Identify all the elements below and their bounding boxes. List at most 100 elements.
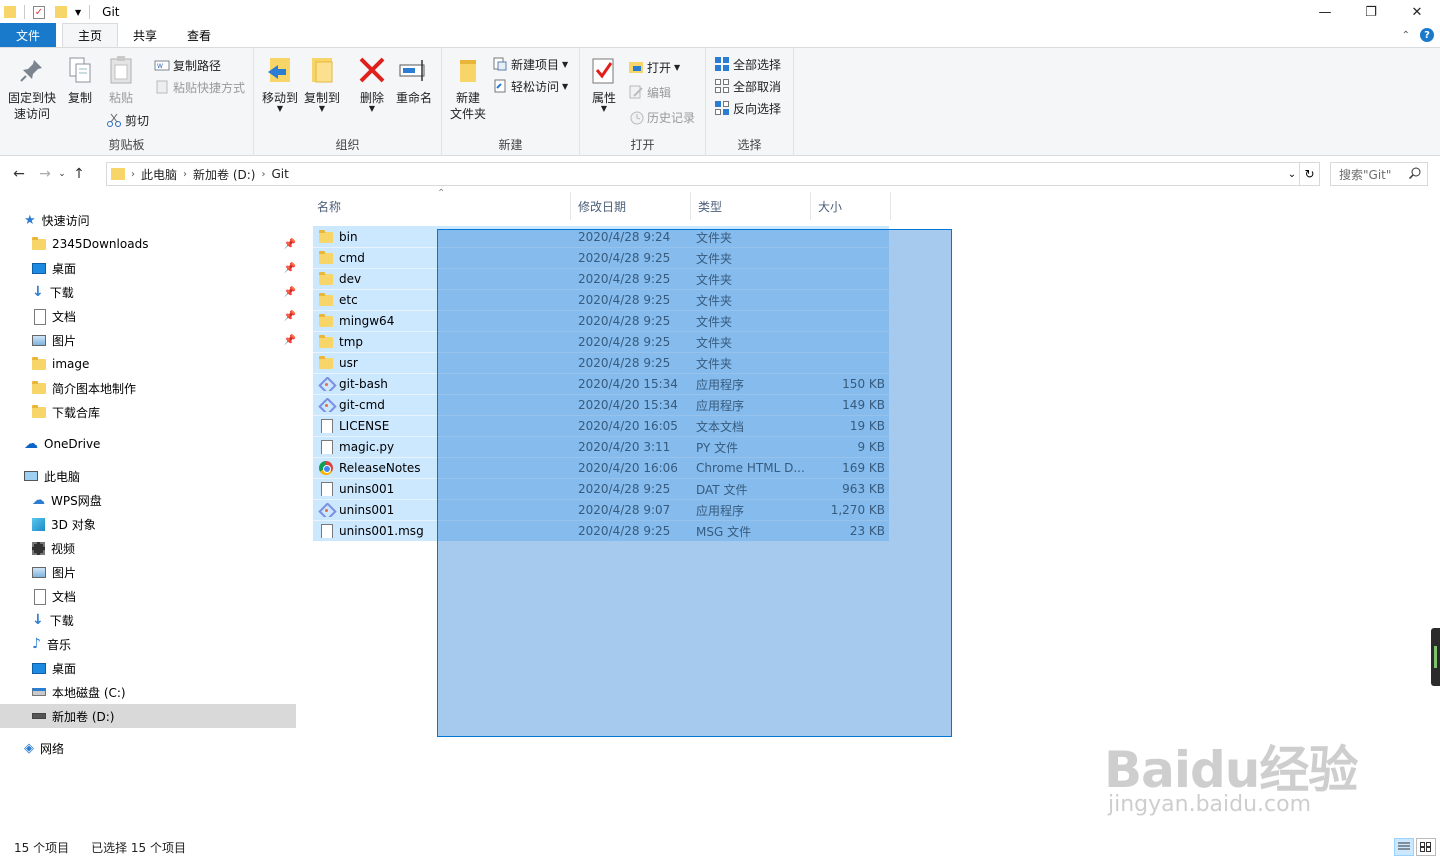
nav-item-2345downloads[interactable]: 2345Downloads 📌 [32,232,296,256]
rename-button[interactable]: 重命名 [394,54,434,106]
nav-item-download-repo[interactable]: 下载合库 [32,400,100,424]
paste-shortcut-button[interactable]: 粘贴快捷方式 [154,77,245,97]
file-row[interactable]: cmd 2020/4/28 9:25 文件夹 [313,247,889,268]
nav-item-documents[interactable]: 文档 📌 [32,304,296,328]
properties-check-icon[interactable]: ✓ [33,5,45,19]
recent-locations-icon[interactable]: ⌄ [56,169,68,179]
breadcrumb-chevron-icon[interactable]: › [183,169,187,180]
file-name-cell[interactable]: unins001 [313,482,576,496]
tab-home[interactable]: 主页 [62,23,119,47]
column-header-type[interactable]: 类型 [691,192,811,220]
tab-share[interactable]: 共享 [118,23,172,47]
nav-this-pc[interactable]: 此电脑 [24,464,80,488]
up-arrow-icon[interactable]: ↑ [68,166,90,182]
select-none-button[interactable]: 全部取消 [714,76,781,96]
breadcrumb-git[interactable]: Git [271,167,288,181]
nav-item-intro-images[interactable]: 简介图本地制作 [32,376,136,400]
minimize-icon[interactable]: — [1302,0,1348,24]
column-header-size[interactable]: 大小 [811,192,891,220]
history-button[interactable]: 历史记录 [628,107,695,127]
column-header-date[interactable]: 修改日期 [571,192,691,220]
pin-icon[interactable]: 📌 [284,239,296,250]
nav-item-pc-desktop[interactable]: 桌面 [32,656,76,680]
nav-item-pc-downloads[interactable]: ↓ 下载 [32,608,74,632]
nav-quick-access[interactable]: ★ 快速访问 [24,208,90,232]
search-icon[interactable] [1408,167,1421,182]
new-folder-button[interactable]: 新建 文件夹 [448,54,488,122]
address-history-dropdown-icon[interactable]: ⌄ [1285,163,1299,185]
file-row[interactable]: git-cmd 2020/4/20 15:34 应用程序 149 KB [313,394,889,415]
file-name-cell[interactable]: ReleaseNotes [313,461,576,475]
cut-button[interactable]: 剪切 [106,110,149,130]
file-name-cell[interactable]: usr [313,356,576,370]
breadcrumb-drive-d[interactable]: 新加卷 (D:) [193,166,255,183]
pin-icon[interactable]: 📌 [284,263,296,274]
file-row[interactable]: bin 2020/4/28 9:24 文件夹 [313,226,889,247]
file-name-cell[interactable]: etc [313,293,576,307]
nav-item-pictures[interactable]: 图片 📌 [32,328,296,352]
file-row[interactable]: LICENSE 2020/4/20 16:05 文本文档 19 KB [313,415,889,436]
edit-button[interactable]: 编辑 [628,82,671,102]
file-name-cell[interactable]: bin [313,230,576,244]
file-row[interactable]: unins001 2020/4/28 9:25 DAT 文件 963 KB [313,478,889,499]
breadcrumb-chevron-icon[interactable]: › [261,169,265,180]
file-name-cell[interactable]: dev [313,272,576,286]
file-row[interactable]: magic.py 2020/4/20 3:11 PY 文件 9 KB [313,436,889,457]
nav-item-wps-drive[interactable]: ☁ WPS网盘 [32,488,102,512]
nav-item-desktop[interactable]: 桌面 📌 [32,256,296,280]
move-to-button[interactable]: 移动到 ▼ [262,54,298,113]
file-row[interactable]: ReleaseNotes 2020/4/20 16:06 Chrome HTML D… [313,457,889,478]
new-item-button[interactable]: 新建项目 ▼ [492,54,568,74]
nav-item-image[interactable]: image [32,352,89,376]
properties-button[interactable]: 属性 ▼ [590,54,618,113]
ribbon-collapse-icon[interactable]: ⌃ [1402,30,1410,41]
nav-item-music[interactable]: ♪ 音乐 [32,632,71,656]
file-row[interactable]: dev 2020/4/28 9:25 文件夹 [313,268,889,289]
nav-item-downloads[interactable]: ↓ 下载 📌 [32,280,296,304]
file-row[interactable]: tmp 2020/4/28 9:25 文件夹 [313,331,889,352]
nav-network[interactable]: ◈ 网络 [24,736,64,760]
file-name-cell[interactable]: git-cmd [313,398,576,412]
nav-item-pc-pictures[interactable]: 图片 [32,560,76,584]
side-panel-grip[interactable] [1431,628,1440,686]
column-header-name[interactable]: 名称 [310,192,571,220]
help-icon[interactable]: ? [1420,28,1434,42]
tab-view[interactable]: 查看 [172,23,226,47]
pin-icon[interactable]: 📌 [284,287,296,298]
address-field[interactable]: › 此电脑 › 新加卷 (D:) › Git ⌄ [106,162,1300,186]
file-row[interactable]: unins001 2020/4/28 9:07 应用程序 1,270 KB [313,499,889,520]
file-name-cell[interactable]: magic.py [313,440,576,454]
copy-button[interactable]: 复制 [64,54,96,106]
file-name-cell[interactable]: mingw64 [313,314,576,328]
back-arrow-icon[interactable]: ← [8,166,30,182]
qat-dropdown-icon[interactable]: ▼ [75,8,81,17]
file-row[interactable]: usr 2020/4/28 9:25 文件夹 [313,352,889,373]
pin-quick-access-button[interactable]: 固定到快 速访问 [6,54,58,122]
easy-access-button[interactable]: 轻松访问 ▼ [492,76,568,96]
invert-selection-button[interactable]: 反向选择 [714,98,781,118]
copy-to-button[interactable]: 复制到 ▼ [304,54,340,113]
file-row[interactable]: unins001.msg 2020/4/28 9:25 MSG 文件 23 KB [313,520,889,541]
nav-item-pc-documents[interactable]: 文档 [32,584,76,608]
new-folder-icon[interactable] [55,6,67,18]
file-row[interactable]: git-bash 2020/4/20 15:34 应用程序 150 KB [313,373,889,394]
copy-path-button[interactable]: W 复制路径 [154,55,221,75]
pin-icon[interactable]: 📌 [284,311,296,322]
nav-item-drive-c[interactable]: 本地磁盘 (C:) [32,680,126,704]
file-name-cell[interactable]: LICENSE [313,419,576,433]
file-name-cell[interactable]: unins001 [313,503,576,517]
paste-button[interactable]: 粘贴 [104,54,138,106]
search-input[interactable]: 搜索"Git" [1330,162,1428,186]
select-all-button[interactable]: 全部选择 [714,54,781,74]
nav-item-videos[interactable]: 视频 [32,536,75,560]
file-name-cell[interactable]: tmp [313,335,576,349]
nav-item-drive-d[interactable]: 新加卷 (D:) [0,704,296,728]
forward-arrow-icon[interactable]: → [34,166,56,182]
refresh-icon[interactable]: ↻ [1300,162,1320,186]
details-view-icon[interactable] [1394,838,1414,856]
file-name-cell[interactable]: cmd [313,251,576,265]
large-icons-view-icon[interactable] [1416,838,1436,856]
pin-icon[interactable]: 📌 [284,335,296,346]
file-row[interactable]: etc 2020/4/28 9:25 文件夹 [313,289,889,310]
tab-file[interactable]: 文件 [0,23,56,47]
